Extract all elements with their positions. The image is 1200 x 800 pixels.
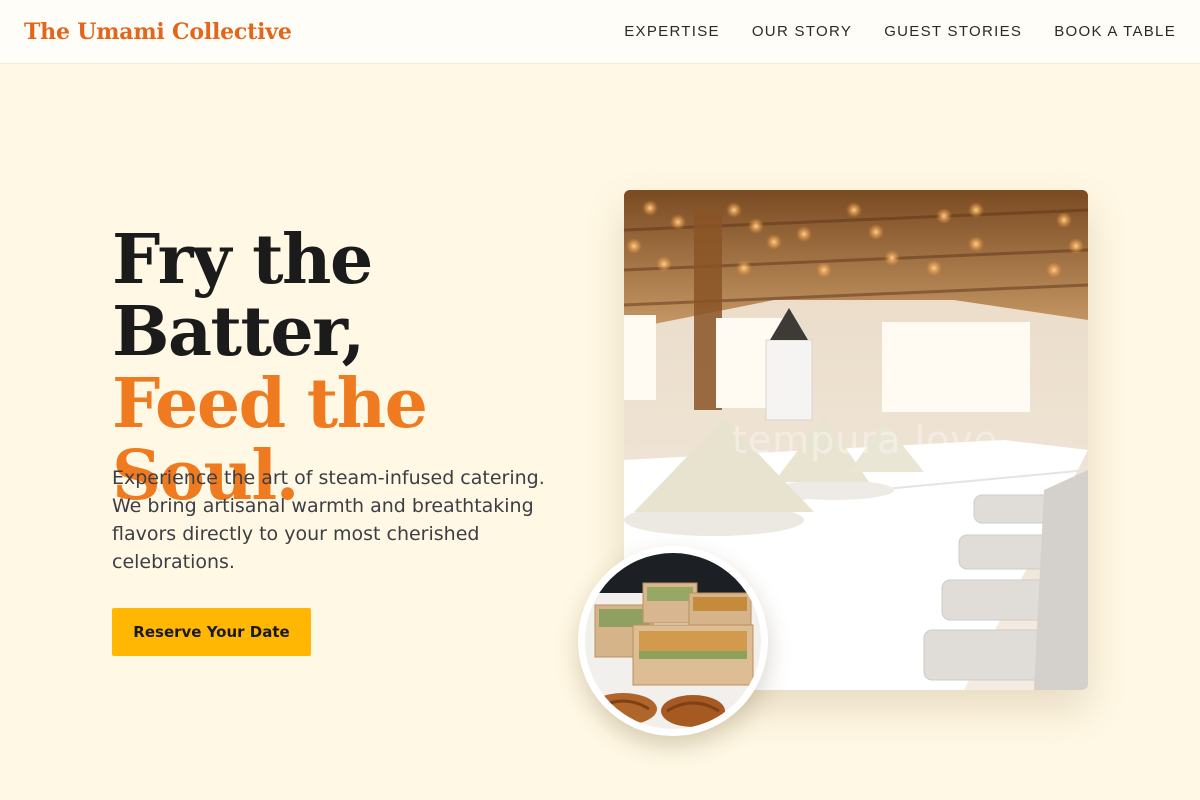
- headline-line-2: Batter,: [112, 292, 365, 372]
- brand-logo[interactable]: The Umami Collective: [24, 19, 292, 45]
- headline-line-1: Fry the: [112, 220, 373, 300]
- nav-link-book-a-table[interactable]: BOOK A TABLE: [1054, 23, 1176, 40]
- nav-link-expertise[interactable]: EXPERTISE: [624, 23, 720, 40]
- hero-description: Experience the art of steam-infused cate…: [112, 467, 545, 573]
- photo-watermark: tempura love: [732, 418, 999, 462]
- nav-link-guest-stories[interactable]: GUEST STORIES: [884, 23, 1022, 40]
- catering-boxes-illustration: [585, 553, 761, 729]
- nav-link-our-story[interactable]: OUR STORY: [752, 23, 852, 40]
- main-nav: EXPERTISE OUR STORY GUEST STORIES BOOK A…: [624, 23, 1176, 40]
- site-header: The Umami Collective EXPERTISE OUR STORY…: [0, 0, 1200, 64]
- catering-inset-photo: [578, 546, 768, 736]
- reserve-date-button[interactable]: Reserve Your Date: [112, 608, 311, 656]
